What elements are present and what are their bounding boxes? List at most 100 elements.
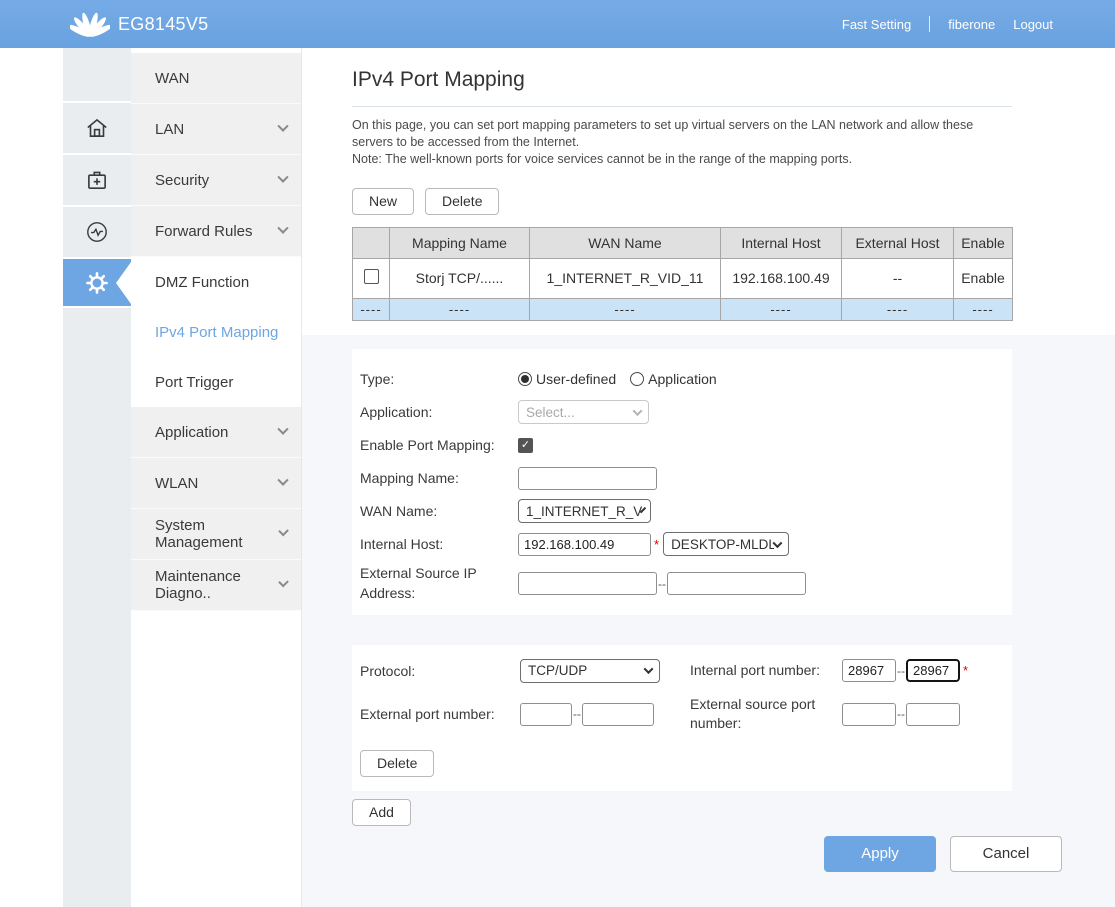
chevron-down-icon (277, 475, 288, 486)
cell-dash: ---- (530, 298, 721, 320)
menu-label: WLAN (155, 475, 198, 492)
range-separator: -- (573, 707, 581, 721)
title-divider (352, 106, 1012, 107)
new-button[interactable]: New (352, 188, 414, 215)
top-header: EG8145V5 Fast Setting fiberone Logout (0, 0, 1115, 48)
sidebar-item-wlan[interactable]: WLAN (131, 458, 301, 509)
logout-link[interactable]: Logout (1013, 17, 1053, 32)
range-separator: -- (897, 707, 905, 721)
username-link[interactable]: fiberone (948, 17, 995, 32)
delete-button[interactable]: Delete (425, 188, 499, 215)
page-title: IPv4 Port Mapping (352, 68, 1115, 92)
internal-port-from-input[interactable] (842, 659, 896, 682)
application-radio-label: Application (648, 371, 717, 387)
column-header: Enable (954, 227, 1013, 258)
sidebar-item-port-trigger[interactable]: Port Trigger (131, 357, 301, 407)
menu-label: Maintenance Diagno.. (155, 568, 280, 602)
settings-nav-button[interactable] (63, 259, 131, 308)
enable-port-mapping-checkbox[interactable]: ✓ (518, 438, 533, 453)
sidebar-item-dmz-function[interactable]: DMZ Function (131, 257, 301, 307)
sidebar-menu: WAN LAN Security Forward Rules DMZ Funct… (131, 48, 302, 907)
external-port-from-input[interactable] (520, 703, 572, 726)
column-header: External Host (842, 227, 954, 258)
header-separator (929, 16, 930, 32)
menu-label: Security (155, 172, 209, 189)
fast-setting-link[interactable]: Fast Setting (842, 17, 911, 32)
internal-port-to-input[interactable] (906, 659, 960, 682)
protocol-label: Protocol: (360, 663, 520, 679)
application-label: Application: (360, 404, 518, 420)
cell-internal-host: 192.168.100.49 (721, 258, 842, 298)
cell-external-host: -- (842, 258, 954, 298)
user-defined-label: User-defined (536, 371, 616, 387)
network-nav-button[interactable] (63, 155, 131, 207)
sidebar-item-system-management[interactable]: System Management (131, 509, 301, 560)
menu-label: Forward Rules (155, 223, 253, 240)
home-nav-button[interactable] (63, 103, 131, 155)
device-select-value: DESKTOP-MLDL0 (671, 537, 774, 552)
menu-label: LAN (155, 121, 184, 138)
cell-dash: ---- (842, 298, 954, 320)
menu-label: System Management (155, 517, 280, 551)
sidebar-item-application[interactable]: Application (131, 407, 301, 458)
range-separator: -- (658, 577, 666, 591)
icon-rail (63, 48, 131, 907)
cell-dash: ---- (954, 298, 1013, 320)
table-row: Storj TCP/...... 1_INTERNET_R_VID_11 192… (353, 258, 1013, 298)
external-source-port-to-input[interactable] (906, 703, 960, 726)
mapping-name-input[interactable] (518, 467, 657, 490)
sidebar-item-security[interactable]: Security (131, 155, 301, 206)
cancel-button[interactable]: Cancel (950, 836, 1062, 872)
external-source-port-from-input[interactable] (842, 703, 896, 726)
wan-name-select[interactable]: 1_INTERNET_R_V (518, 499, 651, 523)
menu-label: DMZ Function (155, 274, 249, 291)
cell-wan-name: 1_INTERNET_R_VID_11 (530, 258, 721, 298)
delete-port-row-button[interactable]: Delete (360, 750, 434, 777)
column-header: Mapping Name (390, 227, 530, 258)
diagnose-nav-button[interactable] (63, 207, 131, 259)
required-asterisk: * (963, 663, 968, 678)
application-select[interactable]: Select... (518, 400, 649, 424)
sidebar-item-maintenance-diagnosis[interactable]: Maintenance Diagno.. (131, 560, 301, 611)
chevron-down-icon (277, 223, 288, 234)
gear-icon (84, 270, 110, 296)
external-ip-to-input[interactable] (667, 572, 806, 595)
internal-host-input[interactable] (518, 533, 651, 556)
protocol-select[interactable]: TCP/UDP (520, 659, 660, 683)
internal-host-device-select[interactable]: DESKTOP-MLDL0 (663, 532, 789, 556)
brand: EG8145V5 (0, 9, 208, 39)
page-description: On this page, you can set port mapping p… (352, 117, 1014, 151)
chevron-down-icon (277, 172, 288, 183)
chevron-down-icon (644, 664, 654, 674)
mapping-name-label: Mapping Name: (360, 470, 518, 486)
toolbox-plus-icon (84, 167, 110, 193)
mapping-form-panel: Type: User-defined Application Applicati… (352, 349, 1012, 615)
row-checkbox[interactable] (364, 269, 379, 284)
application-radio[interactable] (630, 372, 644, 386)
range-separator: -- (897, 664, 905, 678)
apply-button[interactable]: Apply (824, 836, 936, 872)
external-source-port-label: External source port number: (690, 695, 842, 734)
cell-dash: ---- (390, 298, 530, 320)
internal-port-label: Internal port number: (690, 661, 842, 681)
cell-dash: ---- (353, 298, 390, 320)
external-port-to-input[interactable] (582, 703, 654, 726)
sidebar-item-forward-rules[interactable]: Forward Rules (131, 206, 301, 257)
chevron-down-icon (277, 424, 288, 435)
sidebar-item-ipv4-port-mapping[interactable]: IPv4 Port Mapping (131, 307, 301, 357)
column-header: Internal Host (721, 227, 842, 258)
menu-label: WAN (155, 70, 189, 87)
left-gutter (0, 48, 63, 907)
add-button[interactable]: Add (352, 799, 411, 826)
internal-host-label: Internal Host: (360, 536, 518, 552)
user-defined-radio[interactable] (518, 372, 532, 386)
sidebar-item-lan[interactable]: LAN (131, 104, 301, 155)
column-header: WAN Name (530, 227, 721, 258)
external-source-ip-label: External Source IP Address: (360, 564, 518, 603)
diagnose-icon (84, 219, 110, 245)
sidebar-item-wan[interactable]: WAN (131, 53, 301, 104)
menu-label: Port Trigger (155, 374, 233, 391)
cell-dash: ---- (721, 298, 842, 320)
external-ip-from-input[interactable] (518, 572, 657, 595)
page-note: Note: The well-known ports for voice ser… (352, 151, 1014, 168)
